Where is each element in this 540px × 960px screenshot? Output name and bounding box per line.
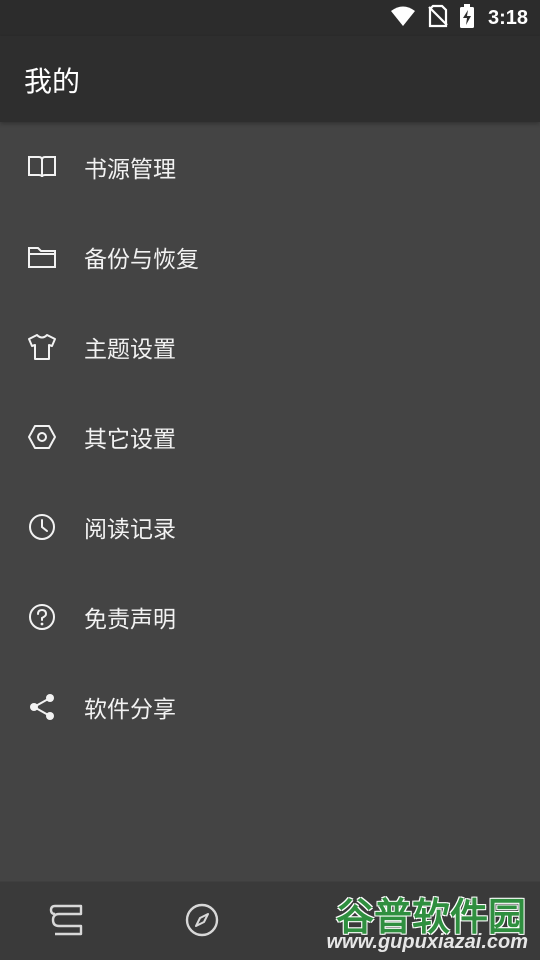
menu-list: 书源管理 备份与恢复 主题设置 其它设置 阅读记录 免责声明 软件分享 bbox=[0, 122, 540, 752]
bookshelf-nav-button[interactable] bbox=[47, 902, 87, 942]
no-sim-icon bbox=[428, 4, 448, 32]
menu-item-disclaimer[interactable]: 免责声明 bbox=[0, 572, 540, 662]
shirt-icon bbox=[26, 331, 58, 363]
status-bar: 3:18 bbox=[0, 0, 540, 36]
share-icon bbox=[26, 691, 58, 723]
menu-item-label: 免责声明 bbox=[84, 607, 176, 633]
menu-item-label: 主题设置 bbox=[84, 337, 176, 363]
hexagon-settings-icon bbox=[26, 421, 58, 453]
battery-charging-icon bbox=[459, 4, 474, 32]
menu-item-label: 软件分享 bbox=[84, 697, 176, 723]
watermark-url: www.gupuxiazai.com bbox=[326, 931, 528, 953]
folder-icon bbox=[26, 241, 58, 273]
book-open-icon bbox=[26, 151, 58, 183]
menu-item-label: 其它设置 bbox=[84, 427, 176, 453]
compass-icon bbox=[184, 902, 220, 942]
menu-item-reading-history[interactable]: 阅读记录 bbox=[0, 482, 540, 572]
menu-item-theme-settings[interactable]: 主题设置 bbox=[0, 302, 540, 392]
menu-item-other-settings[interactable]: 其它设置 bbox=[0, 392, 540, 482]
menu-item-label: 阅读记录 bbox=[84, 517, 176, 543]
app-bar: 我的 bbox=[0, 36, 540, 122]
menu-item-share-app[interactable]: 软件分享 bbox=[0, 662, 540, 752]
menu-item-book-sources[interactable]: 书源管理 bbox=[0, 122, 540, 212]
discover-nav-button[interactable] bbox=[182, 902, 222, 942]
bottom-nav: 谷普软件园 www.gupuxiazai.com bbox=[0, 881, 540, 960]
watermark: 谷普软件园 www.gupuxiazai.com bbox=[284, 884, 534, 956]
status-icons: 3:18 bbox=[390, 0, 528, 36]
menu-item-label: 书源管理 bbox=[84, 157, 176, 183]
help-circle-icon bbox=[26, 601, 58, 633]
clock-icon bbox=[26, 511, 58, 543]
menu-item-backup-restore[interactable]: 备份与恢复 bbox=[0, 212, 540, 302]
wifi-icon bbox=[390, 5, 416, 31]
menu-item-label: 备份与恢复 bbox=[84, 247, 199, 273]
page-title: 我的 bbox=[24, 65, 81, 98]
status-time: 3:18 bbox=[487, 6, 528, 29]
bookshelf-icon bbox=[49, 903, 85, 941]
